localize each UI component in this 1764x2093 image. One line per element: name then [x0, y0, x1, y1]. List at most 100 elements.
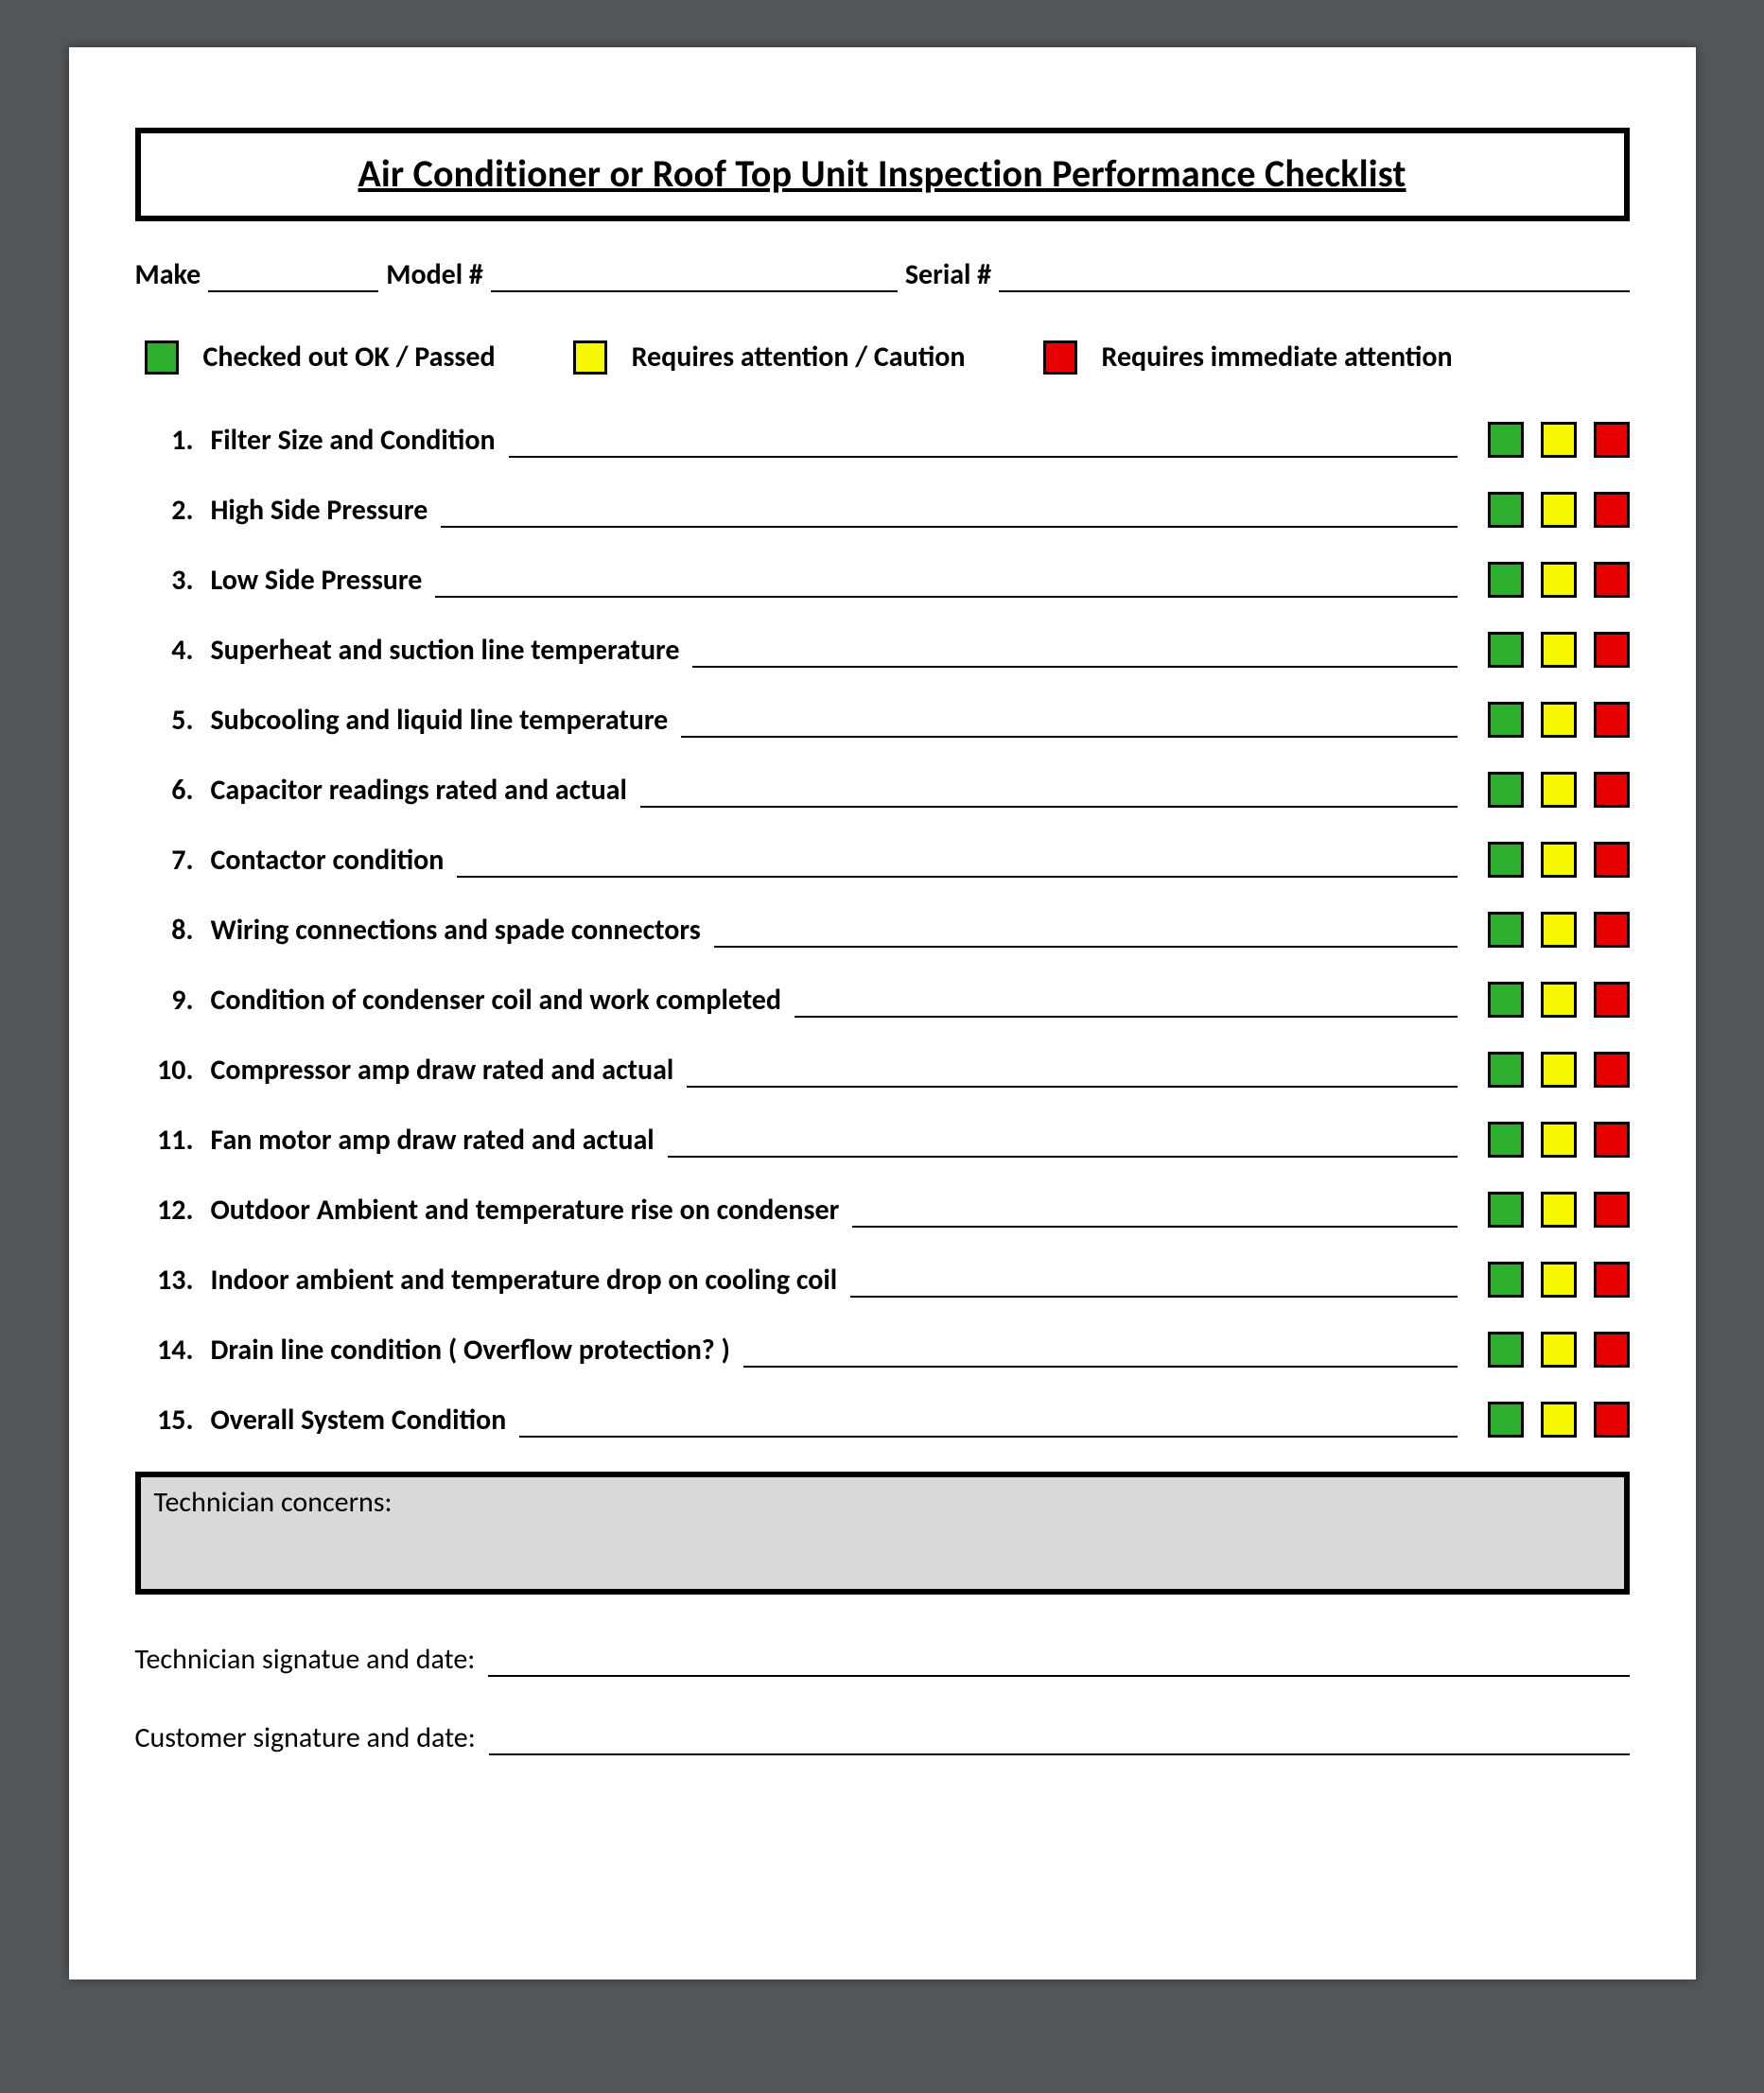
status-yellow-box[interactable]	[1541, 702, 1577, 738]
status-green-box[interactable]	[1488, 1402, 1524, 1438]
status-red-box[interactable]	[1594, 422, 1630, 458]
checklist-row: 5.Subcooling and liquid line temperature	[145, 702, 1630, 738]
checklist-row: 12.Outdoor Ambient and temperature rise …	[145, 1192, 1630, 1228]
status-boxes	[1488, 982, 1630, 1018]
status-green-box[interactable]	[1488, 1262, 1524, 1298]
status-yellow-box[interactable]	[1541, 422, 1577, 458]
status-red-box[interactable]	[1594, 492, 1630, 528]
status-boxes	[1488, 1052, 1630, 1088]
status-yellow-box[interactable]	[1541, 1332, 1577, 1368]
checklist-row: 6.Capacitor readings rated and actual	[145, 772, 1630, 808]
legend-red-swatch	[1043, 340, 1077, 375]
item-number: 12.	[145, 1193, 198, 1228]
status-yellow-box[interactable]	[1541, 1262, 1577, 1298]
status-red-box[interactable]	[1594, 1122, 1630, 1158]
item-number: 11.	[145, 1123, 198, 1158]
checklist-row: 2.High Side Pressure	[145, 492, 1630, 528]
status-yellow-box[interactable]	[1541, 492, 1577, 528]
status-green-box[interactable]	[1488, 772, 1524, 808]
item-entry-line[interactable]	[681, 711, 1457, 738]
make-blank[interactable]	[208, 264, 378, 292]
item-entry-line[interactable]	[441, 501, 1457, 528]
status-yellow-box[interactable]	[1541, 842, 1577, 878]
checklist-row: 11. Fan motor amp draw rated and actual	[145, 1122, 1630, 1158]
technician-signature-line[interactable]	[488, 1650, 1629, 1677]
status-yellow-box[interactable]	[1541, 982, 1577, 1018]
status-yellow-box[interactable]	[1541, 1052, 1577, 1088]
item-number: 4.	[145, 633, 198, 668]
item-entry-line[interactable]	[795, 991, 1458, 1018]
status-green-box[interactable]	[1488, 632, 1524, 668]
status-boxes	[1488, 702, 1630, 738]
status-red-box[interactable]	[1594, 632, 1630, 668]
status-red-box[interactable]	[1594, 562, 1630, 598]
checklist-row: 8.Wiring connections and spade connector…	[145, 912, 1630, 948]
serial-blank[interactable]	[999, 264, 1629, 292]
item-entry-line[interactable]	[509, 431, 1458, 458]
status-yellow-box[interactable]	[1541, 772, 1577, 808]
item-entry-line[interactable]	[692, 641, 1457, 668]
status-red-box[interactable]	[1594, 702, 1630, 738]
status-yellow-box[interactable]	[1541, 562, 1577, 598]
status-green-box[interactable]	[1488, 702, 1524, 738]
status-boxes	[1488, 562, 1630, 598]
status-green-box[interactable]	[1488, 1332, 1524, 1368]
checklist-row: 14. Drain line condition ( Overflow prote…	[145, 1332, 1630, 1368]
status-green-box[interactable]	[1488, 842, 1524, 878]
status-red-box[interactable]	[1594, 982, 1630, 1018]
status-red-box[interactable]	[1594, 842, 1630, 878]
item-entry-line[interactable]	[743, 1341, 1458, 1368]
item-entry-line[interactable]	[668, 1131, 1458, 1158]
status-green-box[interactable]	[1488, 1192, 1524, 1228]
technician-concerns-box[interactable]: Technician concerns:	[135, 1472, 1630, 1595]
item-number: 6.	[145, 773, 198, 808]
status-green-box[interactable]	[1488, 422, 1524, 458]
status-red-box[interactable]	[1594, 1052, 1630, 1088]
model-blank[interactable]	[491, 264, 898, 292]
status-boxes	[1488, 1192, 1630, 1228]
status-yellow-box[interactable]	[1541, 912, 1577, 948]
make-label: Make	[135, 257, 201, 292]
status-red-box[interactable]	[1594, 912, 1630, 948]
status-yellow-box[interactable]	[1541, 1402, 1577, 1438]
item-entry-line[interactable]	[435, 571, 1457, 598]
checklist-row: 9.Condition of condenser coil and work c…	[145, 982, 1630, 1018]
item-number: 3.	[145, 563, 198, 598]
model-label: Model #	[386, 257, 483, 292]
status-green-box[interactable]	[1488, 982, 1524, 1018]
status-yellow-box[interactable]	[1541, 632, 1577, 668]
status-red-box[interactable]	[1594, 1332, 1630, 1368]
status-red-box[interactable]	[1594, 772, 1630, 808]
item-number: 9.	[145, 983, 198, 1018]
item-entry-line[interactable]	[714, 921, 1458, 948]
item-entry-line[interactable]	[687, 1061, 1457, 1088]
legend-caution-label: Requires attention / Caution	[632, 340, 966, 375]
equipment-header-row: Make Model # Serial #	[135, 257, 1630, 292]
item-entry-line[interactable]	[640, 781, 1458, 808]
item-number: 14.	[145, 1333, 198, 1368]
status-green-box[interactable]	[1488, 912, 1524, 948]
status-boxes	[1488, 632, 1630, 668]
item-label: Drain line condition ( Overflow protecti…	[211, 1333, 730, 1368]
status-yellow-box[interactable]	[1541, 1192, 1577, 1228]
item-entry-line[interactable]	[852, 1201, 1457, 1228]
item-label: Indoor ambient and temperature drop on c…	[211, 1263, 838, 1298]
item-entry-line[interactable]	[850, 1271, 1457, 1298]
status-red-box[interactable]	[1594, 1262, 1630, 1298]
status-red-box[interactable]	[1594, 1192, 1630, 1228]
customer-signature-line[interactable]	[489, 1729, 1630, 1755]
status-green-box[interactable]	[1488, 492, 1524, 528]
customer-signature-label: Customer signature and date:	[135, 1720, 476, 1755]
legend-green-swatch	[145, 340, 179, 375]
customer-signature-row: Customer signature and date:	[135, 1720, 1630, 1755]
status-green-box[interactable]	[1488, 1052, 1524, 1088]
item-entry-line[interactable]	[519, 1411, 1457, 1438]
item-label: Fan motor amp draw rated and actual	[211, 1123, 655, 1158]
status-red-box[interactable]	[1594, 1402, 1630, 1438]
status-yellow-box[interactable]	[1541, 1122, 1577, 1158]
viewer-background: Air Conditioner or Roof Top Unit Inspect…	[0, 0, 1764, 2093]
status-green-box[interactable]	[1488, 1122, 1524, 1158]
status-green-box[interactable]	[1488, 562, 1524, 598]
item-entry-line[interactable]	[457, 851, 1457, 878]
status-boxes	[1488, 1262, 1630, 1298]
